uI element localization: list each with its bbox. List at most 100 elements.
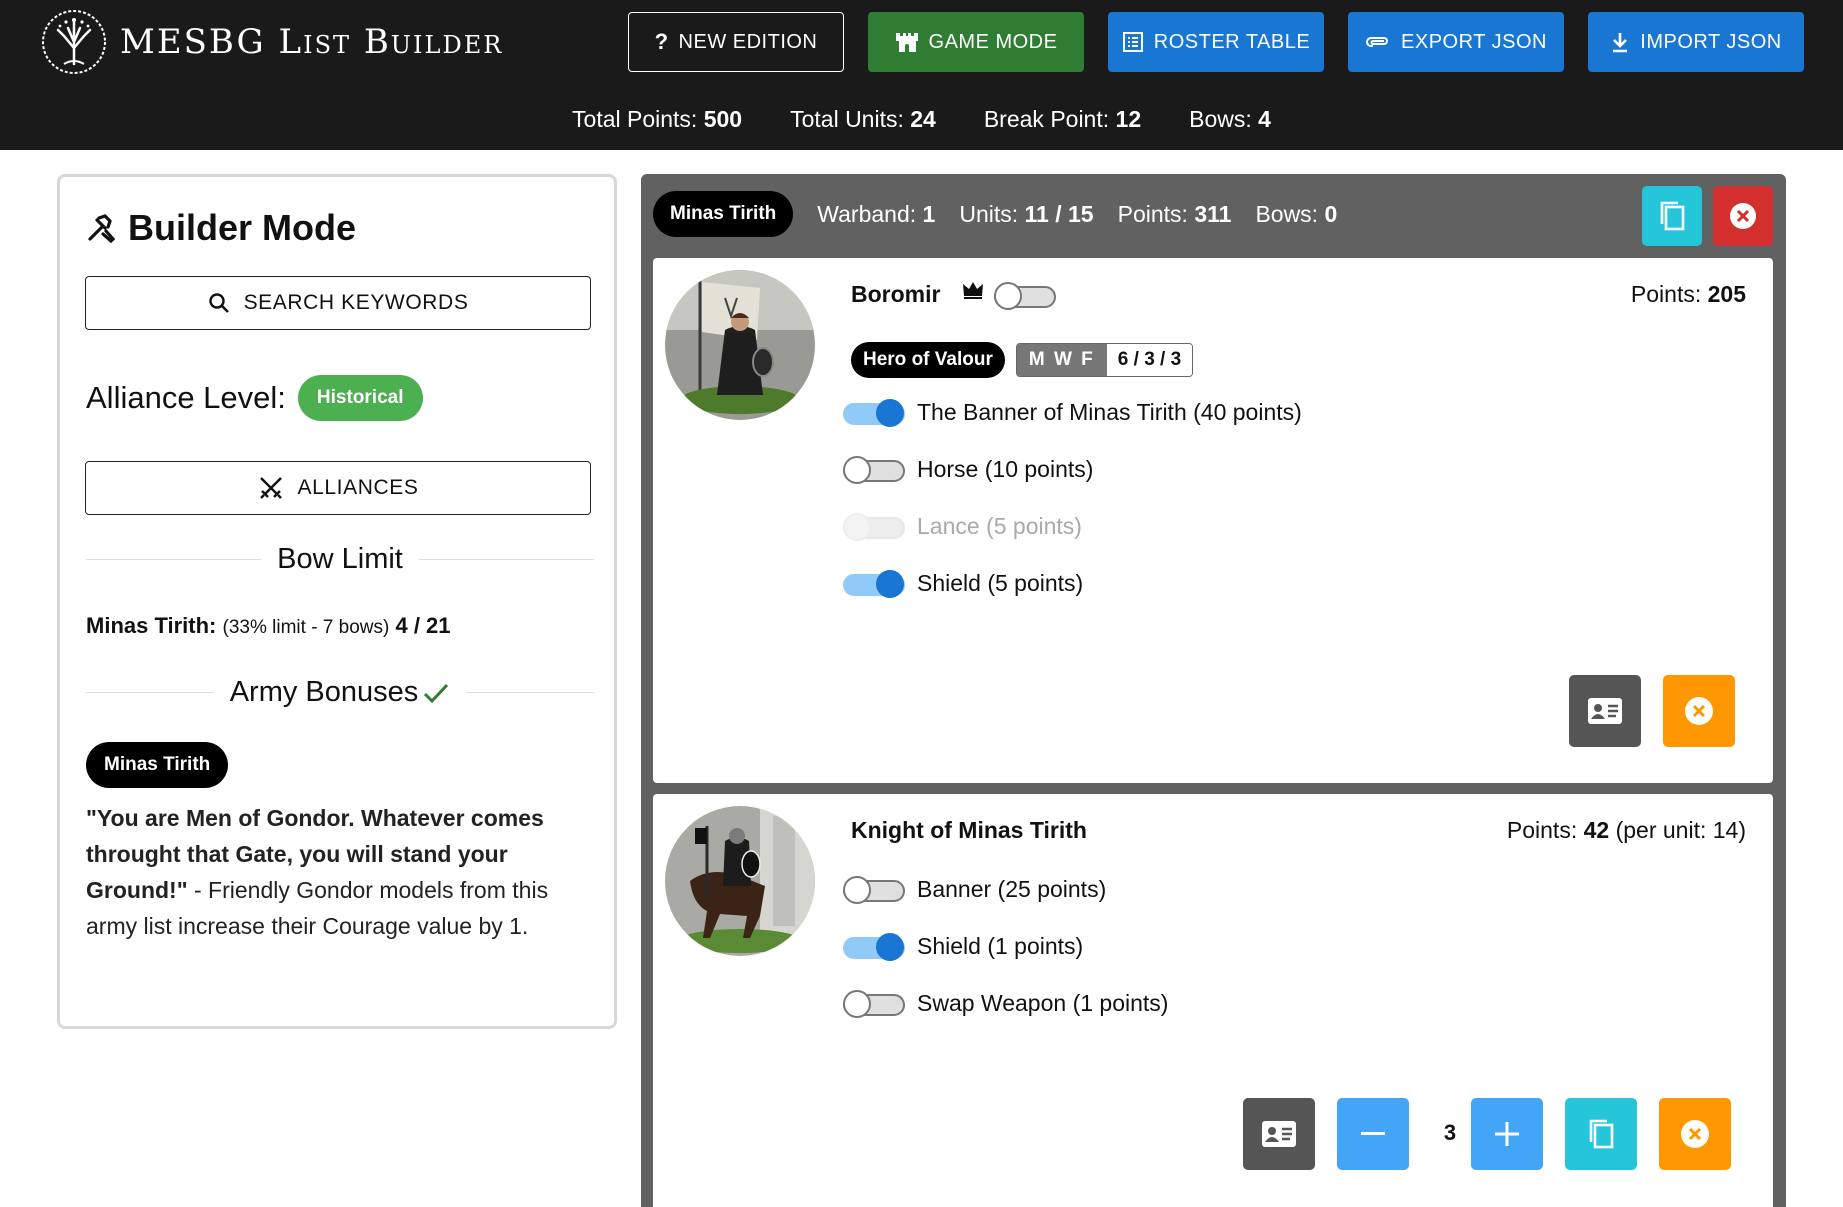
warband-panel: Minas Tirith Warband: 1 Units: 11 / 15 P… bbox=[641, 174, 1786, 1207]
delete-warband-button[interactable] bbox=[1713, 186, 1773, 246]
id-card-icon bbox=[1588, 698, 1622, 724]
toggle-knob bbox=[843, 456, 871, 484]
castle-icon bbox=[895, 33, 918, 52]
app-title: MESBG List Builder bbox=[120, 22, 504, 62]
roster-table-button[interactable]: ROSTER TABLE bbox=[1108, 12, 1324, 72]
option-banner-of-minas-tirith[interactable]: The Banner of Minas Tirith (40 points) bbox=[843, 397, 1302, 427]
option-toggle bbox=[843, 511, 905, 541]
toggle-knob bbox=[876, 399, 904, 427]
warband-bows: Bows: 0 bbox=[1255, 201, 1337, 228]
option-swap-weapon[interactable]: Swap Weapon (1 points) bbox=[843, 988, 1168, 1018]
warband-number: Warband: 1 bbox=[817, 201, 935, 228]
game-mode-button[interactable]: GAME MODE bbox=[868, 12, 1084, 72]
total-units-label: Total Units: bbox=[790, 106, 904, 132]
warband-faction-badge: Minas Tirith bbox=[653, 191, 794, 237]
unit-card-button[interactable] bbox=[1569, 675, 1641, 747]
search-keywords-button[interactable]: SEARCH KEYWORDS bbox=[85, 276, 591, 330]
break-point-value: 12 bbox=[1115, 106, 1142, 132]
unit-name-text: Knight of Minas Tirith bbox=[851, 817, 1087, 843]
check-icon bbox=[424, 683, 449, 703]
question-icon: ? bbox=[654, 29, 669, 54]
crown-icon bbox=[963, 282, 983, 299]
warband-bows-label: Bows: bbox=[1255, 200, 1319, 227]
break-point-label: Break Point: bbox=[983, 106, 1110, 132]
unit-card-button[interactable] bbox=[1243, 1098, 1315, 1170]
remove-unit-button[interactable] bbox=[1659, 1098, 1731, 1170]
remove-unit-button[interactable] bbox=[1663, 675, 1735, 747]
close-circle-icon bbox=[1730, 203, 1756, 229]
toggle-knob bbox=[876, 570, 904, 598]
miniature-image bbox=[665, 806, 815, 956]
search-icon bbox=[208, 293, 229, 313]
mwf-value: 6 / 3 / 3 bbox=[1106, 344, 1193, 376]
duplicate-unit-button[interactable] bbox=[1565, 1098, 1637, 1170]
alliances-label: ALLIANCES bbox=[297, 476, 419, 499]
app-logo[interactable]: MESBG List Builder bbox=[40, 8, 503, 76]
total-units: Total Units: 24 bbox=[790, 106, 936, 133]
option-toggle[interactable] bbox=[843, 931, 905, 961]
option-label: Shield (5 points) bbox=[917, 569, 1084, 596]
leader-toggle[interactable] bbox=[994, 280, 1056, 310]
unit-quantity: 3 bbox=[1443, 1120, 1457, 1145]
bonus-faction-badge: Minas Tirith bbox=[86, 742, 229, 788]
import-json-button[interactable]: IMPORT JSON bbox=[1588, 12, 1804, 72]
option-label: Horse (10 points) bbox=[917, 455, 1094, 482]
miniature-image bbox=[665, 270, 815, 420]
new-edition-button[interactable]: ? NEW EDITION bbox=[628, 12, 844, 72]
total-units-value: 24 bbox=[910, 106, 936, 132]
bonus-description: "You are Men of Gondor. Whatever comes t… bbox=[86, 800, 596, 944]
app-header: MESBG List Builder ? NEW EDITION GAME MO… bbox=[0, 0, 1843, 150]
option-shield[interactable]: Shield (1 points) bbox=[843, 931, 1083, 961]
unit-points-value: 205 bbox=[1707, 281, 1746, 307]
hero-tier-badge: Hero of Valour bbox=[851, 342, 1005, 378]
divider bbox=[86, 692, 214, 693]
option-horse[interactable]: Horse (10 points) bbox=[843, 454, 1093, 484]
warband-points: Points: 311 bbox=[1118, 201, 1232, 228]
copy-warband-button[interactable] bbox=[1642, 186, 1702, 246]
close-circle-icon bbox=[1685, 697, 1713, 725]
id-card-icon bbox=[1262, 1121, 1296, 1147]
warband-number-value: 1 bbox=[922, 200, 936, 227]
builder-panel: Builder Mode SEARCH KEYWORDS Alliance Le… bbox=[57, 174, 617, 1029]
option-banner[interactable]: Banner (25 points) bbox=[843, 874, 1106, 904]
builder-title-text: Builder Mode bbox=[128, 207, 357, 248]
game-mode-label: GAME MODE bbox=[928, 30, 1058, 53]
option-toggle[interactable] bbox=[843, 454, 905, 484]
warband-number-label: Warband: bbox=[817, 200, 917, 227]
unit-avatar-knight bbox=[665, 806, 815, 956]
unit-points-label: Points: bbox=[1630, 281, 1702, 307]
option-lance: Lance (5 points) bbox=[843, 511, 1082, 541]
divider bbox=[86, 559, 262, 560]
option-label: Lance (5 points) bbox=[917, 512, 1082, 539]
option-toggle[interactable] bbox=[843, 874, 905, 904]
warband-units-label: Units: bbox=[959, 200, 1019, 227]
per-unit-points: (per unit: 14) bbox=[1615, 817, 1746, 843]
list-icon bbox=[1122, 32, 1143, 52]
export-json-button[interactable]: EXPORT JSON bbox=[1348, 12, 1564, 72]
option-toggle[interactable] bbox=[843, 568, 905, 598]
alliance-level-label: Alliance Level: bbox=[86, 380, 286, 415]
option-toggle[interactable] bbox=[843, 988, 905, 1018]
import-json-label: IMPORT JSON bbox=[1640, 30, 1782, 53]
alliances-button[interactable]: ALLIANCES bbox=[85, 461, 591, 515]
option-label: Banner (25 points) bbox=[917, 875, 1107, 902]
toggle-knob bbox=[843, 513, 871, 541]
new-edition-label: NEW EDITION bbox=[678, 30, 818, 53]
mwf-label: M W F bbox=[1016, 344, 1107, 376]
army-bonuses-heading: Army Bonuses bbox=[86, 676, 595, 709]
bow-count: 4 / 21 bbox=[395, 613, 451, 638]
toggle-knob bbox=[843, 990, 871, 1018]
warband-units-value: 11 / 15 bbox=[1024, 200, 1094, 227]
export-json-label: EXPORT JSON bbox=[1401, 30, 1547, 53]
bow-limit-heading: Bow Limit bbox=[86, 543, 595, 576]
option-toggle[interactable] bbox=[843, 397, 905, 427]
plus-icon bbox=[1495, 1122, 1519, 1146]
increase-quantity-button[interactable] bbox=[1471, 1098, 1543, 1170]
warband-header: Minas Tirith Warband: 1 Units: 11 / 15 P… bbox=[653, 191, 1337, 237]
decrease-quantity-button[interactable] bbox=[1337, 1098, 1409, 1170]
divider bbox=[466, 692, 595, 693]
builder-title: Builder Mode bbox=[86, 207, 356, 249]
option-shield[interactable]: Shield (5 points) bbox=[843, 568, 1083, 598]
search-keywords-label: SEARCH KEYWORDS bbox=[243, 291, 469, 314]
unit-card-boromir: Boromir Points: 205 Hero of Valour M W F… bbox=[653, 258, 1773, 783]
